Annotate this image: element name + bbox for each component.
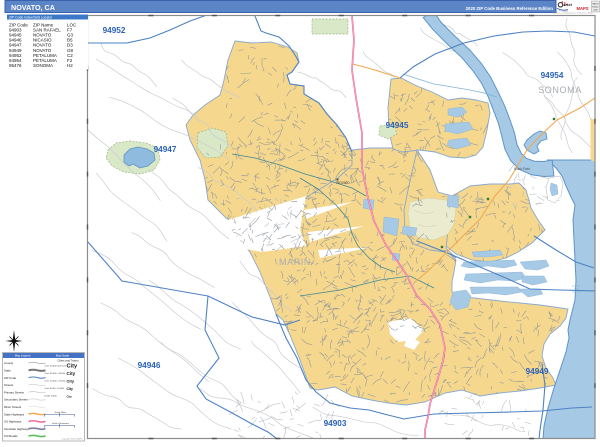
svg-text:State: State: [4, 369, 11, 373]
svg-text:Over 10,000 - 25,000: Over 10,000 - 25,000: [45, 380, 66, 383]
svg-text:Map Scale: Map Scale: [56, 354, 70, 358]
svg-text:City: City: [67, 387, 74, 391]
svg-text:94903: 94903: [324, 419, 347, 428]
svg-text:Secondary Streets: Secondary Streets: [4, 398, 28, 402]
svg-text:Edition: Edition: [592, 6, 599, 9]
svg-text:ZIP Code Index/Grid Locator: ZIP Code Index/Grid Locator: [9, 16, 53, 20]
svg-text:City: City: [67, 371, 76, 376]
svg-text:NAICS: NAICS: [592, 3, 599, 6]
svg-text:County: County: [4, 361, 14, 365]
svg-text:Minor Streets: Minor Streets: [4, 405, 22, 409]
svg-text:SONOMA: SONOMA: [538, 85, 582, 95]
svg-text:Primary Streets: Primary Streets: [4, 390, 24, 394]
svg-text:ZIP Code: ZIP Code: [4, 376, 17, 380]
svg-text:94949: 94949: [526, 367, 549, 376]
svg-text:94952: 94952: [103, 26, 126, 35]
svg-text:95476: 95476: [9, 63, 22, 68]
svg-text:H2: H2: [67, 63, 73, 68]
svg-text:City: City: [67, 394, 73, 398]
svg-text:SONOMA: SONOMA: [33, 63, 53, 68]
svg-text:Scale: Miles: Scale: Miles: [55, 412, 68, 414]
svg-text:Over 50,000 and Over: Over 50,000 and Over: [45, 365, 67, 368]
svg-text:Under 5,000: Under 5,000: [45, 395, 58, 398]
svg-text:Toll Roads: Toll Roads: [4, 434, 18, 438]
svg-text:America's Leading Source of Bu: America's Leading Source of Business Map…: [553, 12, 593, 15]
svg-text:Scale: Kilometers: Scale: Kilometers: [52, 422, 70, 425]
svg-text:2020 ZIP Code Business Referen: 2020 ZIP Code Business Reference Edition: [466, 6, 554, 11]
svg-text:Copyright MarketMAPS: Copyright MarketMAPS: [62, 438, 84, 441]
svg-text:94954: 94954: [541, 71, 564, 80]
svg-text:State Highways: State Highways: [4, 412, 25, 416]
svg-text:Novato: Novato: [336, 180, 350, 185]
svg-text:MAPS: MAPS: [577, 6, 589, 11]
svg-text:Map Legend: Map Legend: [15, 354, 31, 358]
svg-text:94947: 94947: [154, 145, 177, 154]
svg-text:Over 25,000 - 50,000: Over 25,000 - 50,000: [45, 372, 66, 375]
svg-text:City: City: [67, 363, 78, 369]
svg-text:Black Point: Black Point: [514, 167, 530, 171]
svg-text:94946: 94946: [138, 361, 161, 370]
svg-text:NOVATO, CA: NOVATO, CA: [11, 3, 55, 12]
svg-text:MARIN: MARIN: [279, 257, 311, 267]
svg-text:US Highways: US Highways: [4, 420, 22, 424]
svg-text:City: City: [67, 378, 75, 383]
svg-text:Over 5,000 - 10,000: Over 5,000 - 10,000: [45, 387, 65, 390]
svg-text:arket: arket: [564, 3, 573, 7]
svg-text:94945: 94945: [386, 121, 409, 130]
svg-text:Streets: Streets: [4, 383, 14, 387]
svg-text:Interstate Highways: Interstate Highways: [4, 427, 30, 431]
svg-text:Cities and Towns: Cities and Towns: [58, 359, 80, 363]
